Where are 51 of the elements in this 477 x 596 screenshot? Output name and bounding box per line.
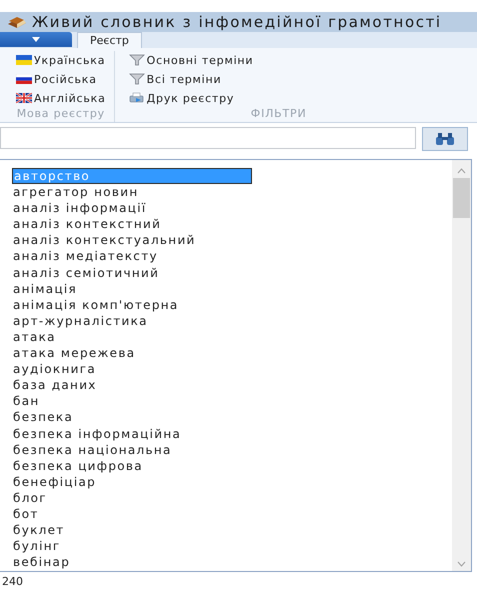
books-icon — [6, 15, 28, 29]
term-item[interactable]: атака — [12, 328, 252, 346]
flag-icon — [16, 93, 32, 103]
scrollbar[interactable] — [452, 160, 471, 571]
chevron-down-icon — [457, 561, 466, 567]
term-item[interactable]: база даних — [12, 377, 252, 394]
term-item[interactable]: аналіз інформації — [12, 200, 252, 216]
binoculars-icon — [435, 132, 455, 146]
filter-icon — [128, 54, 145, 66]
app-menu-button[interactable] — [0, 32, 72, 47]
term-item[interactable]: аудіокнига — [12, 361, 252, 378]
term-item[interactable]: аналіз медіатексту — [12, 248, 252, 265]
window-title: Живий словник з інфомедійної грамотності — [32, 13, 442, 31]
ribbon-button[interactable]: Всі терміни — [128, 70, 429, 88]
term-count: 240 — [1, 574, 24, 588]
ribbon-button[interactable]: Основні терміни — [128, 51, 429, 69]
printer-icon — [128, 92, 145, 104]
ribbon-tab[interactable]: Реєстр — [77, 32, 142, 48]
term-item[interactable]: блог — [12, 490, 252, 506]
filter-icon — [128, 73, 145, 85]
ribbon-button[interactable]: Російська — [16, 70, 106, 88]
term-item[interactable]: безпека національна — [12, 442, 252, 458]
term-item[interactable]: арт-журналістика — [12, 312, 252, 329]
term-item[interactable]: бенефіціар — [12, 474, 252, 490]
term-item[interactable]: аналіз контекстуальний — [12, 232, 252, 248]
caret-icon — [32, 37, 40, 42]
term-item[interactable]: аналіз семіотичний — [12, 264, 252, 281]
term-item[interactable]: булінг — [12, 538, 252, 554]
ribbon-button[interactable]: Друк реєстру — [128, 89, 429, 107]
flag-icon — [16, 55, 32, 65]
term-item[interactable]: вебінар — [12, 554, 252, 570]
chevron-up-icon — [457, 168, 466, 174]
term-item[interactable]: анімація комп'ютерна — [12, 296, 252, 313]
term-item[interactable]: анімація — [12, 280, 252, 297]
search-button[interactable] — [422, 127, 468, 151]
scroll-thumb[interactable] — [453, 178, 470, 218]
term-item[interactable]: безпека цифрова — [12, 458, 252, 474]
ribbon-button[interactable]: Українська — [16, 51, 106, 69]
term-item[interactable]: агрегатор новин — [12, 184, 252, 200]
ribbon-button[interactable]: Англійська — [16, 89, 106, 107]
term-item[interactable]: бот — [12, 506, 252, 522]
term-item[interactable]: атака мережева — [12, 345, 252, 362]
search-field[interactable] — [0, 127, 416, 149]
group-label: Мова реєстру — [16, 107, 106, 122]
term-item[interactable]: буклет — [12, 522, 252, 538]
term-item[interactable]: бан — [12, 393, 252, 410]
term-item[interactable]: безпека інформаційна — [12, 426, 252, 442]
flag-icon — [16, 74, 32, 84]
group-label: ФІЛЬТРИ — [250, 107, 308, 122]
term-item[interactable]: безпека — [12, 409, 252, 426]
term-item[interactable]: аналіз контекстний — [12, 216, 252, 232]
